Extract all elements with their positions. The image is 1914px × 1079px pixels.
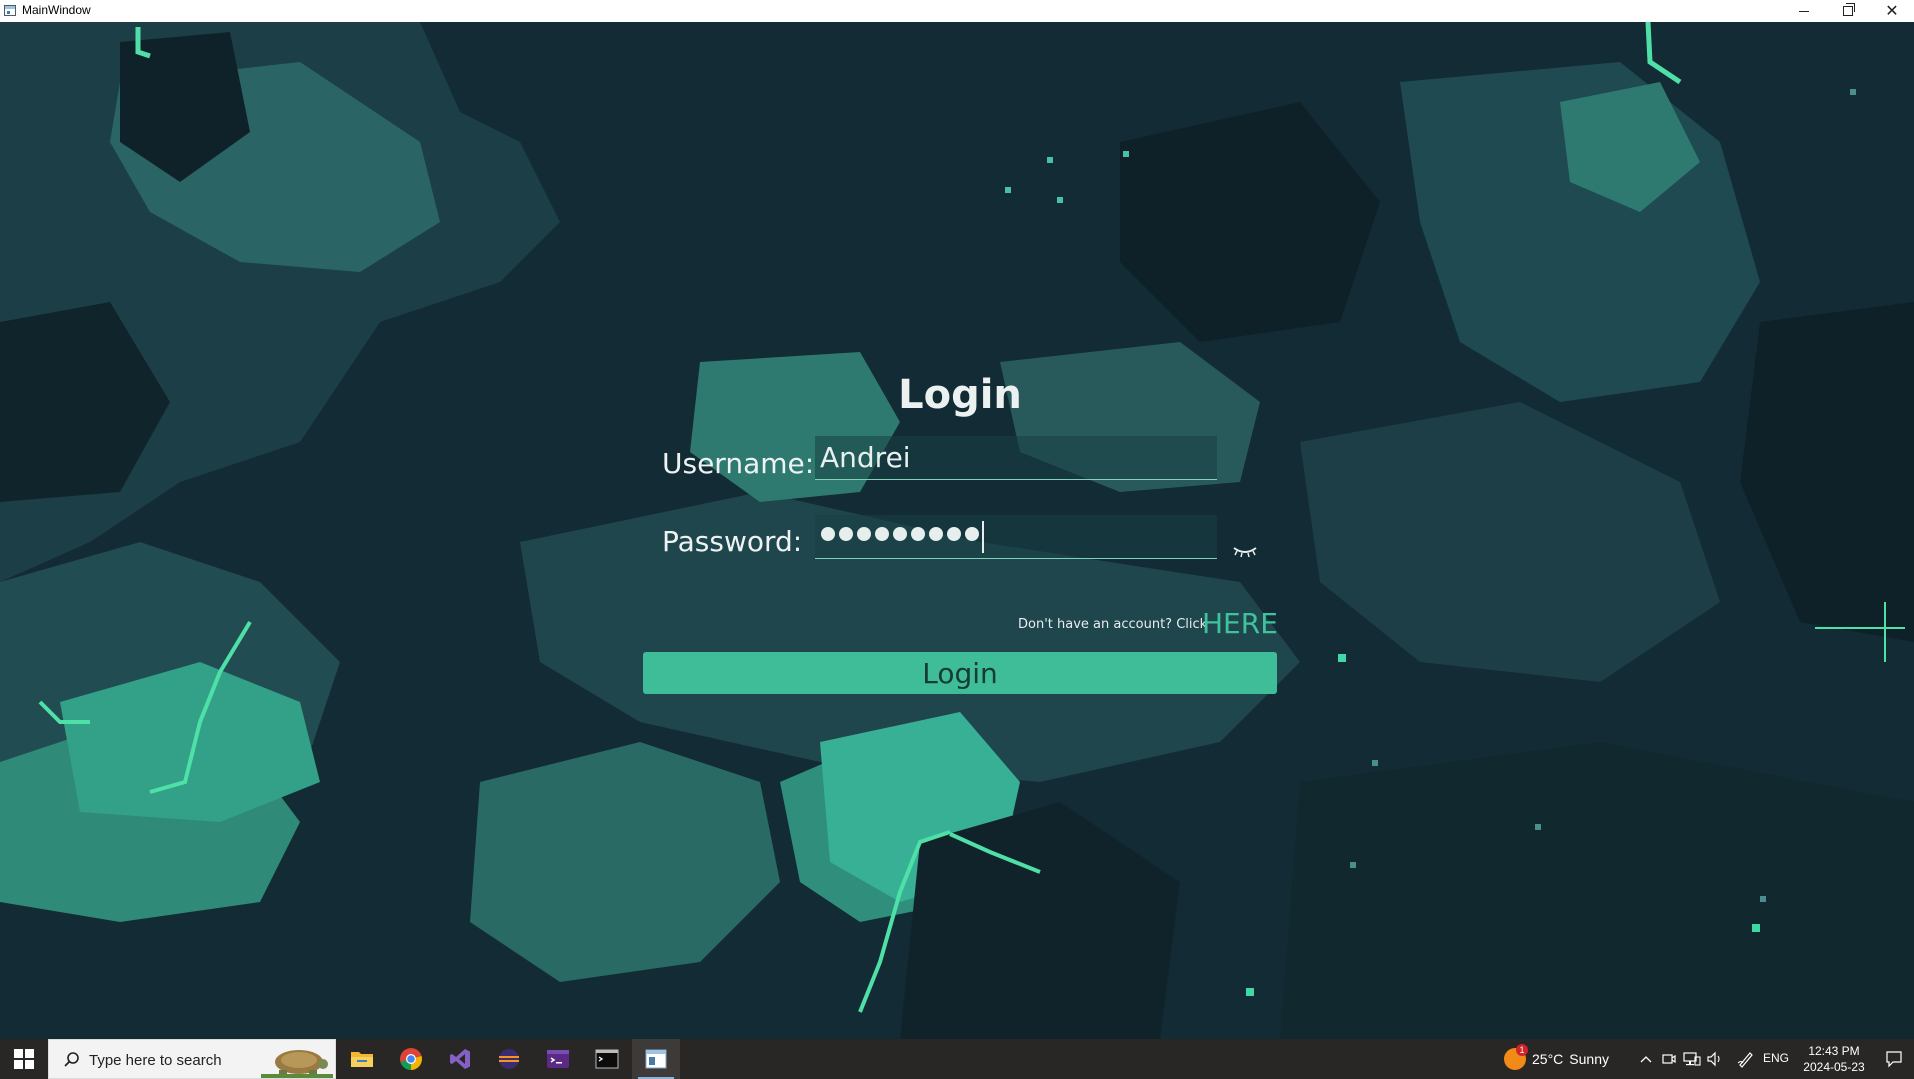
camera-icon [1662,1054,1676,1064]
terminal-icon [547,1050,569,1068]
sun-icon: 1 [1504,1044,1528,1070]
weather-widget[interactable]: 1 25°C Sunny [1504,1039,1609,1079]
username-field[interactable] [815,436,1217,480]
taskbar-terminal[interactable] [534,1039,582,1079]
password-dot [839,527,853,541]
search-placeholder: Type here to search [89,1052,222,1069]
password-mask [821,527,979,541]
password-dot [893,527,907,541]
tray-pen[interactable] [1735,1039,1757,1079]
taskbar-search-box[interactable]: Type here to search [48,1039,336,1079]
turtle-icon [261,1050,333,1078]
password-dot [857,527,871,541]
app-window-icon [4,5,16,16]
close-button[interactable]: ✕ [1870,0,1914,22]
tray-meet-now[interactable] [1659,1039,1679,1079]
password-dot [875,527,889,541]
tray-volume[interactable] [1705,1039,1725,1079]
clock-date: 2024-05-23 [1803,1060,1865,1074]
show-hidden-icons-button[interactable] [1636,1039,1656,1079]
username-label: Username: [662,447,815,480]
weather-temperature: 25°C [1532,1051,1564,1067]
minimize-button[interactable] [1782,0,1826,22]
login-button[interactable]: Login [643,652,1277,694]
taskbar: Type here to search 1 25°C Sunny ENG 12:… [0,1039,1914,1079]
close-icon: ✕ [1885,1,1899,20]
notification-icon [1886,1051,1902,1068]
notification-badge: 1 [1516,1044,1528,1056]
weather-condition: Sunny [1569,1051,1609,1067]
taskbar-command-prompt[interactable] [583,1039,631,1079]
taskbar-chrome[interactable] [387,1039,435,1079]
closed-eye-icon[interactable] [1230,542,1260,562]
chrome-icon [400,1048,422,1070]
windows-logo-icon [14,1049,34,1069]
signup-link[interactable]: HERE [1202,607,1278,640]
minimize-icon [1799,10,1809,12]
pen-icon [1737,1052,1753,1068]
signup-prompt: Don't have an account? Click [1018,617,1208,632]
taskbar-file-explorer[interactable] [338,1039,386,1079]
clock-time: 12:43 PM [1808,1044,1860,1058]
password-field[interactable] [815,515,1217,559]
password-dot [947,527,961,541]
password-label: Password: [662,525,803,558]
password-dot [821,527,835,541]
restore-button[interactable] [1826,0,1870,22]
speaker-icon [1707,1051,1720,1067]
taskbar-visual-studio[interactable] [436,1039,484,1079]
folder-icon [351,1052,373,1067]
visual-studio-icon [450,1049,470,1069]
app-window-icon [645,1049,667,1069]
search-icon [64,1052,79,1067]
tray-network[interactable] [1682,1039,1702,1079]
login-title: Login [898,372,1022,418]
input-language-indicator[interactable]: ENG [1763,1051,1789,1065]
network-icon [1683,1052,1701,1066]
taskbar-eclipse[interactable] [485,1039,533,1079]
window-title-bar[interactable]: MainWindow ✕ [0,0,1914,22]
taskbar-mainwindow-app[interactable] [632,1039,680,1079]
password-dot [911,527,925,541]
chevron-up-icon [1640,1056,1652,1063]
window-title: MainWindow [22,3,91,17]
eclipse-icon [499,1049,519,1069]
password-dot [929,527,943,541]
taskbar-clock[interactable]: 12:43 PM 2024-05-23 [1795,1043,1873,1075]
password-dot [965,527,979,541]
cmd-icon [595,1049,619,1069]
restore-icon [1843,3,1855,16]
text-caret [982,521,984,553]
action-center-button[interactable] [1874,1039,1914,1079]
start-button[interactable] [0,1039,48,1079]
